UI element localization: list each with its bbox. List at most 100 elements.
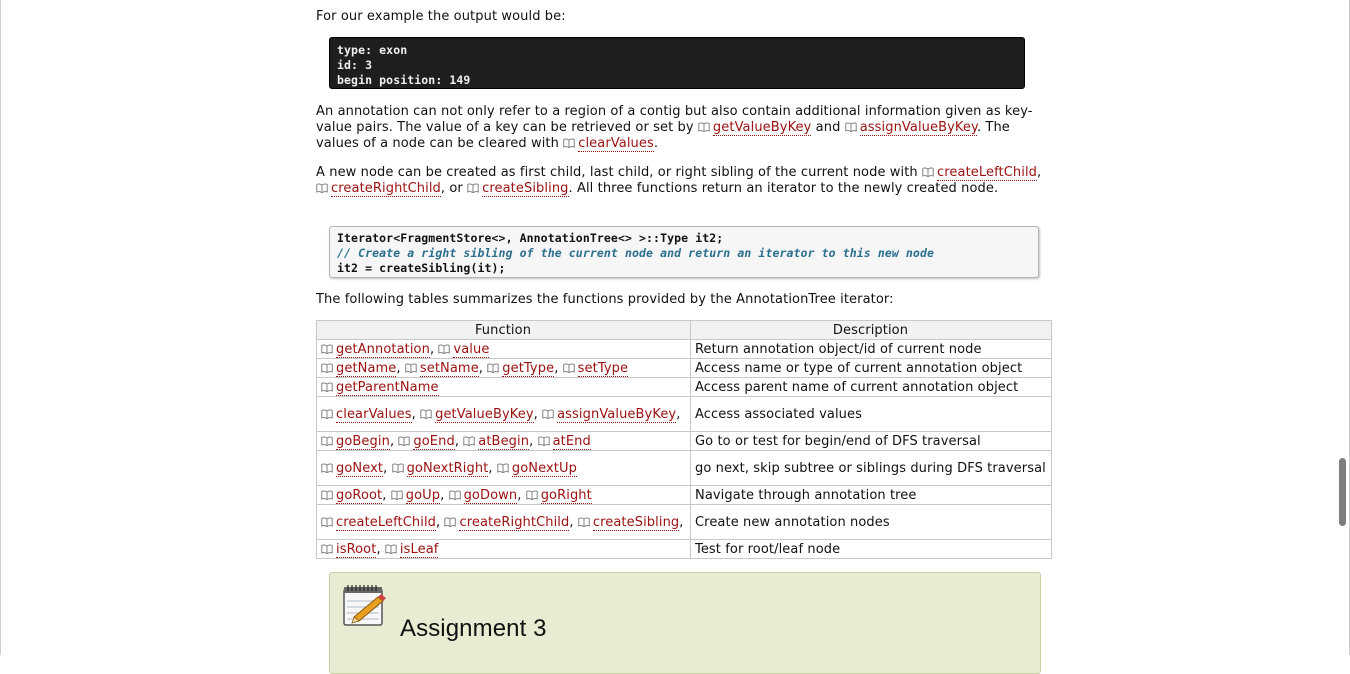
tables-intro-text: The following tables summarizes the func… — [316, 292, 894, 307]
book-icon — [321, 362, 333, 374]
output-code-block: type: exon id: 3 begin position: 149 — [329, 37, 1025, 89]
function-cell: goRoot, goUp, goDown, goRight — [316, 485, 691, 505]
link-getType[interactable]: getType — [502, 361, 555, 377]
book-icon — [420, 408, 432, 420]
link-setName[interactable]: setName — [419, 361, 479, 377]
book-icon — [321, 543, 333, 555]
link-goEnd[interactable]: goEnd — [413, 434, 455, 450]
table-row: getName, setName, getType, setType Access… — [316, 358, 1052, 378]
code-line-3: it2 = createSibling(it); — [337, 261, 506, 275]
window-left-border — [0, 0, 1, 655]
function-cell: getName, setName, getType, setType — [316, 358, 691, 378]
function-cell: createLeftChild, createRightChild, creat… — [316, 504, 691, 540]
scrollbar-thumb[interactable] — [1339, 458, 1346, 526]
link-createLeftChild[interactable]: createLeftChild — [937, 165, 1038, 181]
annotation-text-2: and — [811, 120, 845, 135]
create-sibling-code-block: Iterator<FragmentStore<>, AnnotationTree… — [329, 226, 1039, 278]
book-icon — [321, 489, 333, 501]
assignment-box: Assignment 3 — [329, 572, 1041, 674]
link-getAnnotation[interactable]: getAnnotation — [336, 342, 430, 358]
notepad-pencil-icon — [343, 585, 386, 626]
link-goBegin[interactable]: goBegin — [336, 434, 390, 450]
table-row: getParentName Access parent name of curre… — [316, 377, 1052, 397]
link-goNextUp[interactable]: goNextUp — [511, 461, 577, 477]
header-description: Description — [690, 320, 1052, 340]
link-goRight[interactable]: goRight — [540, 488, 592, 504]
description-cell: Return annotation object/id of current n… — [690, 339, 1052, 359]
table-row: isRoot, isLeaf Test for root/leaf node — [316, 539, 1052, 559]
book-icon — [321, 381, 333, 393]
link-goNextRight[interactable]: goNextRight — [406, 461, 489, 477]
book-icon — [845, 121, 857, 133]
book-icon — [321, 408, 333, 420]
annotation-paragraph: An annotation can not only refer to a re… — [316, 104, 1052, 152]
link-clearValues[interactable]: clearValues — [578, 136, 654, 152]
link-getValueByKey[interactable]: getValueByKey — [712, 120, 812, 136]
functions-table-body: getAnnotation, value Return annotation ob… — [316, 339, 1052, 559]
book-icon — [463, 435, 475, 447]
book-icon — [391, 462, 404, 474]
link-goUp[interactable]: goUp — [405, 488, 441, 504]
book-icon — [922, 166, 934, 178]
book-icon — [391, 489, 403, 501]
function-cell: getAnnotation, value — [316, 339, 691, 359]
code-line-1: Iterator<FragmentStore<>, AnnotationTree… — [337, 231, 724, 245]
link-createRightChild[interactable]: createRightChild — [331, 181, 441, 197]
node-creation-paragraph: A new node can be created as first child… — [316, 165, 1052, 197]
function-cell: isRoot, isLeaf — [316, 539, 691, 559]
book-icon — [578, 516, 590, 528]
description-cell: Navigate through annotation tree — [690, 485, 1052, 505]
description-cell: go next, skip subtree or siblings during… — [690, 450, 1052, 486]
link-createLeftChild[interactable]: createLeftChild — [336, 515, 437, 531]
description-cell: Access associated values — [690, 396, 1052, 432]
description-cell: Create new annotation nodes — [690, 504, 1052, 540]
link-getValueByKey[interactable]: getValueByKey — [435, 407, 534, 423]
node-text-2: , — [1037, 165, 1042, 180]
table-row: goBegin, goEnd, atBegin, atEnd Go to or t… — [316, 431, 1052, 451]
link-isLeaf[interactable]: isLeaf — [399, 542, 439, 558]
link-getParentName[interactable]: getParentName — [336, 380, 439, 396]
link-assignValueByKey[interactable]: assignValueByKey — [557, 407, 677, 423]
assignment-title: Assignment 3 — [400, 615, 547, 642]
function-cell: goBegin, goEnd, atBegin, atEnd — [316, 431, 691, 451]
link-isRoot[interactable]: isRoot — [336, 542, 377, 558]
link-createRightChild[interactable]: createRightChild — [459, 515, 570, 531]
book-icon — [444, 516, 457, 528]
link-createSibling[interactable]: createSibling — [592, 515, 680, 531]
book-icon — [405, 362, 417, 374]
book-icon — [467, 182, 479, 194]
book-icon — [537, 435, 550, 447]
description-cell: Test for root/leaf node — [690, 539, 1052, 559]
function-cell: clearValues, getValueByKey, assignValueB… — [316, 396, 691, 432]
function-cell: getParentName — [316, 377, 691, 397]
link-atEnd[interactable]: atEnd — [552, 434, 591, 450]
link-goNext[interactable]: goNext — [336, 461, 384, 477]
link-assignValueByKey[interactable]: assignValueByKey — [859, 120, 977, 136]
functions-table: Function Description getAnnotation, valu… — [316, 320, 1052, 559]
book-icon — [448, 489, 461, 501]
function-cell: goNext, goNextRight, goNextUp — [316, 450, 691, 486]
link-setType[interactable]: setType — [577, 361, 629, 377]
book-icon — [563, 137, 575, 149]
link-clearValues[interactable]: clearValues — [336, 407, 412, 423]
node-text-1: A new node can be created as first child… — [316, 165, 922, 180]
link-value[interactable]: value — [453, 342, 490, 358]
description-cell: Go to or test for begin/end of DFS trave… — [690, 431, 1052, 451]
book-icon — [526, 489, 538, 501]
table-row: clearValues, getValueByKey, assignValueB… — [316, 396, 1052, 432]
description-cell: Access name or type of current annotatio… — [690, 358, 1052, 378]
link-goDown[interactable]: goDown — [463, 488, 518, 504]
table-row: createLeftChild, createRightChild, creat… — [316, 504, 1052, 540]
book-icon — [316, 182, 328, 194]
description-cell: Access parent name of current annotation… — [690, 377, 1052, 397]
node-text-4: . All three functions return an iterator… — [568, 181, 999, 196]
book-icon — [487, 362, 499, 374]
link-createSibling[interactable]: createSibling — [482, 181, 569, 197]
code-comment-line: // Create a right sibling of the current… — [337, 246, 935, 260]
link-goRoot[interactable]: goRoot — [336, 488, 383, 504]
book-icon — [497, 462, 509, 474]
book-icon — [438, 343, 451, 355]
link-getName[interactable]: getName — [336, 361, 397, 377]
book-icon — [321, 435, 333, 447]
link-atBegin[interactable]: atBegin — [478, 434, 530, 450]
